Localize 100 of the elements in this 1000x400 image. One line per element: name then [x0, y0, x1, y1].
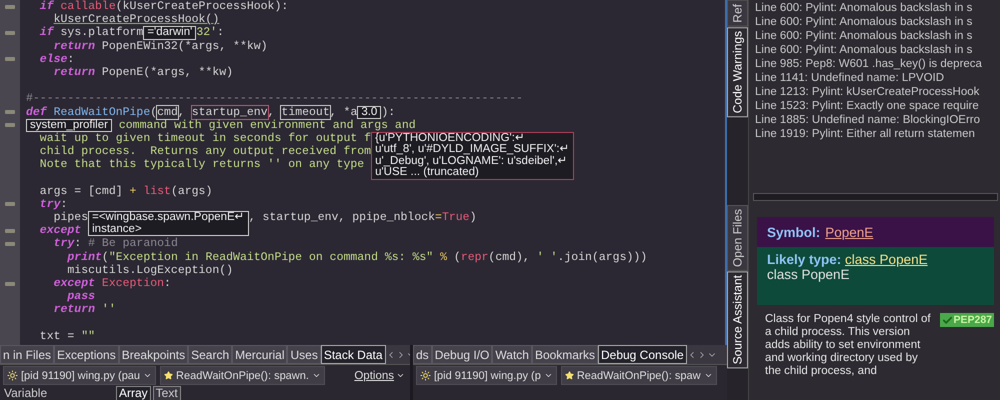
code-text: #----------------------------------------------------------------------- [26, 92, 523, 106]
code-text: (args) [170, 184, 212, 198]
code-text: ( [150, 106, 158, 118]
warning-item[interactable]: Line 1885: Undefined name: BlockingIOErro [755, 113, 1000, 127]
code-text: : [164, 276, 171, 290]
fold-icon[interactable] [5, 202, 15, 206]
code-text: try [38, 198, 61, 211]
caret-icon [704, 371, 713, 380]
view-tab[interactable]: Text [152, 386, 181, 400]
code-text: child process. Returns any output received from [38, 145, 372, 158]
code-text: repr [460, 250, 488, 264]
warning-item[interactable]: Line 1213: Pylint: kUserCreateProcessHook [755, 85, 1000, 99]
panel-tab[interactable]: Mercurial [232, 345, 288, 364]
warning-item[interactable]: Line 1141: Undefined name: LPVOID [755, 71, 1000, 85]
value-tooltip: ='darwin' [143, 26, 196, 40]
code-text: pipes [52, 211, 88, 224]
panel-tab[interactable]: Exceptions [54, 345, 119, 364]
dropdown-selector[interactable]: [pid 91190] wing.py (p [416, 366, 557, 385]
dropdown-selector[interactable]: [pid 91190] wing.py (pau [3, 366, 156, 385]
code-text: return [52, 303, 96, 316]
code-text: ReadWaitOnPipe [52, 106, 150, 118]
dropdown-selector[interactable]: ReadWaitOnPipe(): spawn. [160, 366, 325, 385]
star-icon [164, 371, 174, 380]
warning-item[interactable]: Line 600: Pylint: Anomalous backslash in s [755, 43, 1000, 57]
code-text: , [268, 106, 276, 118]
code-text: 32' [196, 26, 218, 40]
dropdown-selector[interactable]: ReadWaitOnPipe(): spaw [560, 366, 717, 385]
code-text: sys.platform [60, 26, 144, 40]
panel-tab[interactable]: Debug Console [598, 345, 687, 364]
warning-item[interactable]: Line 1919: Pylint: Either all return statemen [755, 127, 1000, 141]
side-tab[interactable]: Open Files [727, 205, 748, 272]
code-text: command with given environment and args and [118, 118, 416, 132]
fold-icon[interactable] [5, 282, 15, 286]
caret-icon [396, 371, 405, 380]
code-text: txt = [38, 330, 76, 343]
code-text: def [26, 106, 47, 118]
code-text: except [38, 224, 82, 238]
code-text: PopenEWin32(*args, **kw) [100, 40, 268, 53]
code-text: = [435, 211, 442, 224]
code-text: % [439, 250, 447, 264]
code-text: args = [cmd] [38, 184, 124, 198]
side-tab[interactable]: Ref [727, 0, 748, 27]
warning-item[interactable]: Line 1523: Pylint: Exactly one space require [755, 99, 1000, 113]
view-tab[interactable]: Array [116, 386, 151, 400]
code-text: + [130, 184, 136, 198]
options-menu[interactable]: Options [352, 370, 407, 382]
code-text: '' [100, 303, 116, 316]
side-tab[interactable]: Source Assistant [727, 271, 748, 368]
star-icon [564, 371, 574, 380]
panel-tab[interactable]: Debug I/O [432, 345, 492, 364]
fold-icon[interactable] [5, 30, 15, 35]
panel-tab[interactable]: Uses [287, 345, 321, 364]
pep-badge: PEP287 [940, 313, 994, 327]
symbol-link[interactable]: PopenE [825, 224, 874, 240]
sun-icon [7, 370, 18, 381]
code-text: Note that this typically returns '' on any type [38, 158, 364, 172]
code-text: callable [60, 0, 116, 13]
panel-tab[interactable]: Bookmarks [532, 345, 598, 364]
code-text: PopenE(*args, **kw) [100, 66, 234, 79]
scroll-bar[interactable] [753, 193, 998, 201]
code-text: ) [470, 211, 476, 224]
code-text: ' ' [536, 250, 558, 264]
parameter-highlight: timeout [281, 106, 330, 118]
value-tooltip: {u'PYTHONIOENCODING':↵ u'utf_8', u'#DYLD_IMAGE_SUFFIX':↵ u'_Debug', u'LOGNAME': u'sdeibel',↵ u'USE ... (truncated) [371, 132, 574, 180]
panel-tab[interactable]: Stack Data [320, 345, 386, 364]
code-text: return [52, 40, 96, 53]
warning-item[interactable]: Line 600: Pylint: Anomalous backslash in s [755, 1, 1000, 15]
code-text: , startup_env, ppipe_nblock [248, 211, 436, 224]
panel-tab[interactable]: Watch [492, 345, 532, 364]
code-text: (kUserCreateProcessHook): [116, 0, 288, 13]
code-text: list [142, 184, 171, 198]
code-text: ( [452, 250, 461, 264]
warning-item[interactable]: Line 600: Pylint: Anomalous backslash in s [755, 29, 1000, 43]
code-text: wait up to given timeout in seconds for output f [38, 132, 372, 145]
code-text: miscutils.LogException() [66, 264, 234, 277]
type-label: Likely type: [767, 252, 842, 267]
code-text: : [67, 52, 74, 66]
warning-item[interactable]: Line 985: Pep8: W601 .has_key() is depreca [755, 57, 1000, 71]
warning-item[interactable]: Line 600: Pylint: Anomalous backslash in s [755, 15, 1000, 29]
column-header: Variable [4, 387, 48, 400]
value-tooltip: 3.0 [357, 106, 382, 119]
panel-tab[interactable]: n in Files [0, 345, 54, 364]
type-link[interactable]: class PopenE [845, 252, 928, 267]
panel-tab[interactable]: Search [188, 345, 232, 364]
symbol-label: Symbol: [767, 224, 820, 240]
side-tab[interactable]: Code Warnings [727, 26, 748, 117]
parameter-highlight: cmd [157, 106, 178, 118]
code-text: .join(args))) [557, 250, 648, 264]
panel-tab[interactable]: ds [413, 345, 432, 364]
type-text: class PopenE [767, 267, 851, 282]
caret-icon [544, 371, 553, 380]
panel-tab[interactable]: Breakpoints [118, 345, 188, 364]
code-editor[interactable] [0, 0, 727, 345]
fold-icon[interactable] [5, 57, 15, 62]
caret-icon [312, 371, 321, 380]
code-text: if [38, 26, 54, 40]
sun-icon [420, 370, 431, 381]
parameter-highlight: startup_env [192, 106, 268, 118]
fold-icon[interactable] [5, 4, 15, 9]
code-text: "" [81, 330, 96, 343]
